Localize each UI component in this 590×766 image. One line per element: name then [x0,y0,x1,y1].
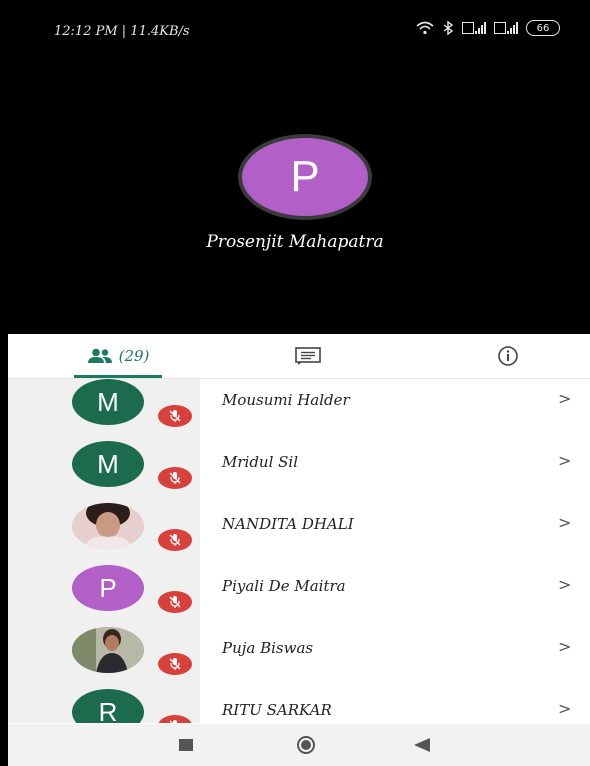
tab-bar: (29) [8,334,590,379]
wifi-icon [416,21,434,35]
avatar: M [72,379,144,425]
mic-muted-icon [158,715,192,723]
signal-1-icon [462,22,486,34]
square-icon [179,739,193,751]
list-item[interactable]: Puja Biswas > [8,627,590,689]
speaker-name: Prosenjit Mahapatra [206,232,384,252]
signal-2-icon [494,22,518,34]
home-button[interactable] [292,724,320,766]
participant-list[interactable]: M Mousumi Halder > M Mridul Sil > NANDIT… [8,379,590,723]
avatar-photo [72,627,144,673]
status-bar-text: 12:12 PM | 11.4KB/s [54,24,190,39]
status-icons: 66 [416,20,560,36]
chevron-right-icon[interactable]: > [558,389,571,408]
circle-icon [297,736,315,754]
speaker-avatar-initial: P [242,138,368,216]
triangle-back-icon [414,738,430,752]
chevron-right-icon[interactable]: > [558,513,571,532]
screen-edge [0,0,8,766]
list-item[interactable]: P Piyali De Maitra > [8,565,590,627]
back-button[interactable] [410,724,434,766]
speaker-avatar: P [236,138,374,216]
people-icon [87,348,112,363]
chevron-right-icon[interactable]: > [558,451,571,470]
mic-muted-icon [158,653,192,675]
tab-info[interactable] [478,334,538,378]
mic-muted-icon [158,405,192,427]
battery-icon: 66 [526,20,560,36]
participant-name: Mridul Sil [222,453,299,471]
mic-muted-icon [158,467,192,489]
avatar-photo [72,503,144,549]
list-item[interactable]: NANDITA DHALI > [8,503,590,565]
participants-count: (29) [118,347,150,365]
avatar: P [72,565,144,611]
tab-chat[interactable] [278,334,338,378]
participant-name: Piyali De Maitra [222,577,346,595]
avatar: R [72,689,144,723]
chat-icon [295,347,321,365]
participant-name: RITU SARKAR [222,701,332,719]
participant-name: Puja Biswas [222,639,314,657]
app-screen: 12:12 PM | 11.4KB/s 66 P Prosenjit Mahap… [0,0,590,766]
participant-name: NANDITA DHALI [222,515,354,533]
list-item[interactable]: R RITU SARKAR > [8,689,590,723]
mic-muted-icon [158,591,192,613]
participant-name: Mousumi Halder [222,391,350,409]
mic-muted-icon [158,529,192,551]
system-nav-bar [8,724,590,766]
list-item[interactable]: M Mousumi Halder > [8,379,590,441]
recents-button[interactable] [174,724,198,766]
chevron-right-icon[interactable]: > [558,637,571,656]
chevron-right-icon[interactable]: > [558,575,571,594]
chevron-right-icon[interactable]: > [558,699,571,718]
list-item[interactable]: M Mridul Sil > [8,441,590,503]
tab-participants[interactable]: (29) [74,334,162,378]
avatar: M [72,441,144,487]
info-icon [498,346,518,366]
bluetooth-icon [443,21,454,35]
active-tab-indicator [74,375,162,378]
